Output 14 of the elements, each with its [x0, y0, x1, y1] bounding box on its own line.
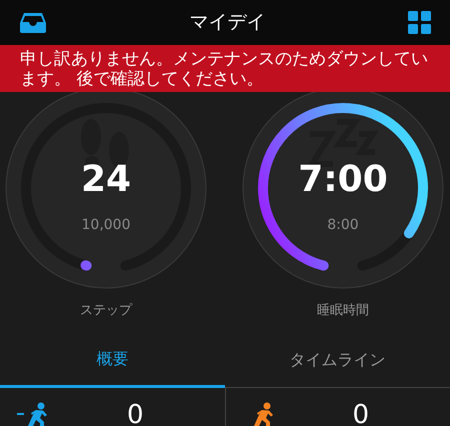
inbox-icon[interactable]	[19, 12, 47, 34]
dial-value: 7:00	[298, 162, 388, 198]
tab[interactable]: タイムライン	[225, 332, 450, 388]
dial-label: ステップ	[80, 304, 132, 317]
error-banner: 申し訳ありません。メンテナンスのためダウンしています。 後で確認してください。	[0, 45, 450, 92]
tab[interactable]: 概要	[0, 332, 225, 388]
dial-value: 24	[80, 162, 132, 198]
dial-goal: 10,000	[82, 218, 130, 232]
stat-value: 0	[352, 402, 370, 426]
screen-title: マイデイ	[190, 10, 266, 36]
stat-value: 0	[127, 402, 144, 426]
dial-goal: 8:00	[327, 218, 359, 232]
dial-label: 睡眠時間	[317, 304, 369, 317]
grid-menu-icon[interactable]	[408, 11, 431, 34]
